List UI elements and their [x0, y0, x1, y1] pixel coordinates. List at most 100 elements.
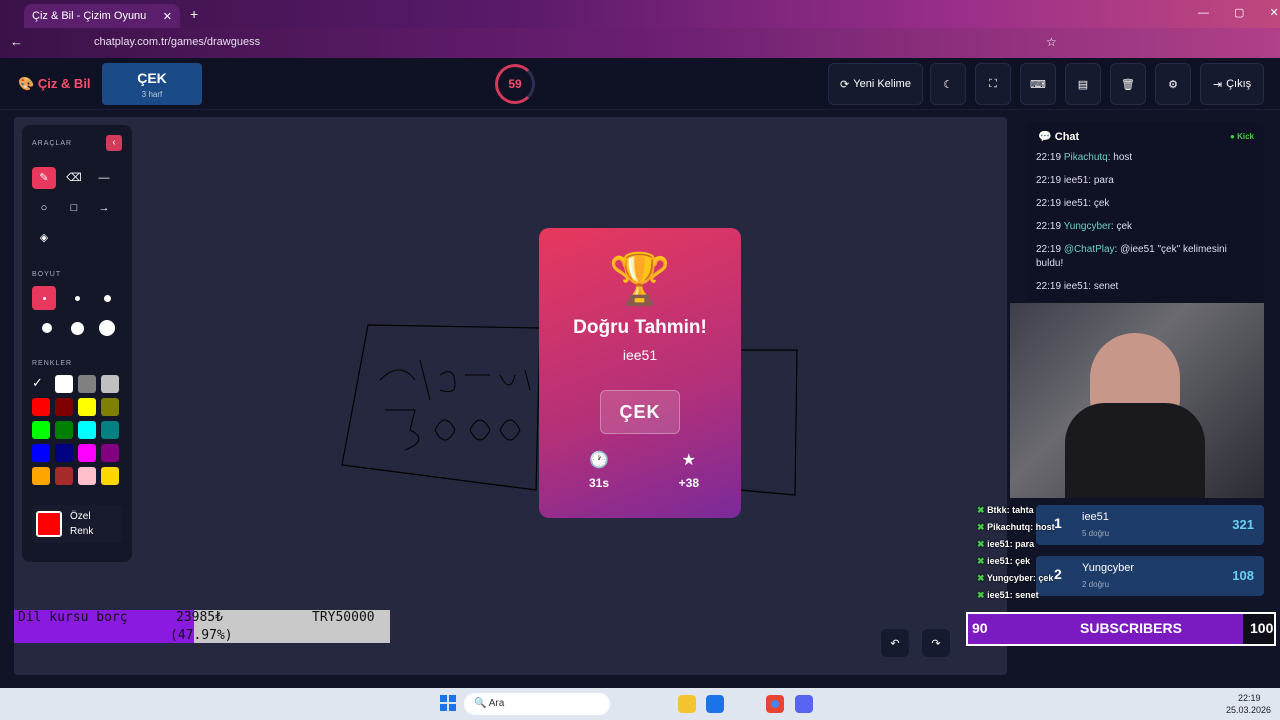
chat-text: : para: [1088, 175, 1114, 186]
color-swatch[interactable]: [78, 444, 96, 462]
chat-message: 22:19 iee51: çek: [1028, 197, 1264, 211]
clock-icon: 🕐: [589, 452, 609, 469]
size-1[interactable]: [32, 286, 56, 310]
fullscreen-button[interactable]: ⛶: [975, 63, 1011, 105]
chrome-icon[interactable]: [766, 695, 784, 713]
leaderboard-row: 2 Yungcyber 2 doğru 108: [1036, 556, 1264, 596]
fill-bucket-icon[interactable]: ◈: [32, 227, 56, 249]
window-controls[interactable]: — ▢ ✕: [1198, 6, 1279, 19]
leaderboard-row: 1 iee51 5 doğru 321: [1036, 505, 1264, 545]
chat-user: iee51: [1063, 198, 1089, 209]
chat-message: 22:19 iee51: senet: [1028, 280, 1264, 294]
color-swatch[interactable]: [55, 467, 73, 485]
color-swatch[interactable]: [55, 375, 73, 393]
delete-button[interactable]: 🗑: [1110, 63, 1146, 105]
keyboard-button[interactable]: ⌨: [1020, 63, 1056, 105]
exit-button[interactable]: ⇥ Çıkış: [1200, 63, 1264, 105]
overlay-chat-message: ✖ iee51: senet: [977, 590, 1039, 600]
color-swatch[interactable]: [101, 444, 119, 462]
overlay-user: Yungcyber: [986, 573, 1033, 583]
chat-time: 22:19: [1036, 244, 1062, 255]
chat-message: 22:19 Pikachutq: host: [1028, 151, 1264, 165]
color-swatch[interactable]: [78, 398, 96, 416]
bookmark-star-icon[interactable]: ☆: [1046, 35, 1057, 49]
line-icon[interactable]: —: [92, 167, 116, 189]
taskbar-date: 25.03.2026: [1226, 705, 1272, 715]
file-explorer-icon[interactable]: [678, 695, 696, 713]
overlay-text: : senet: [1009, 590, 1039, 600]
taskbar: [0, 688, 1280, 720]
redo-button[interactable]: ↷: [921, 628, 951, 658]
correct-guess-modal: 🏆 Doğru Tahmin! iee51 ÇEK 🕐 31s ★ +38: [539, 228, 741, 518]
chat-icon: 💬: [1038, 131, 1052, 143]
new-word-button[interactable]: ⟳ Yeni Kelime: [828, 63, 923, 105]
color-swatch[interactable]: [101, 375, 119, 393]
modal-points: +38: [678, 476, 699, 490]
chat-title: Chat: [1054, 130, 1080, 143]
size-5[interactable]: [62, 321, 92, 335]
color-swatch[interactable]: [32, 467, 50, 485]
chat-user: Pikachutq: [1063, 152, 1108, 163]
archive-button[interactable]: ▤: [1065, 63, 1101, 105]
chat-message: 22:19 Yungcyber: çek: [1028, 220, 1264, 234]
chat-text: : senet: [1088, 281, 1119, 292]
size-3[interactable]: [92, 294, 122, 302]
tab-close-icon[interactable]: ✕: [163, 10, 172, 23]
color-swatch[interactable]: [32, 398, 50, 416]
color-swatch[interactable]: [78, 421, 96, 439]
overlay-chat-message: ✖ Btkk: tahta: [977, 505, 1034, 515]
timer: 59: [495, 64, 535, 104]
rectangle-icon[interactable]: □: [62, 197, 86, 219]
discord-icon[interactable]: [795, 695, 813, 713]
overlay-text: : para: [1009, 539, 1035, 549]
custom-color-swatch[interactable]: [36, 511, 62, 537]
color-swatch[interactable]: ✓: [32, 375, 50, 393]
arrow-icon[interactable]: →: [92, 197, 116, 219]
color-swatch[interactable]: [101, 467, 119, 485]
refresh-icon: ⟳: [840, 78, 850, 91]
store-icon[interactable]: [706, 695, 724, 713]
size-4[interactable]: [32, 323, 62, 333]
back-icon[interactable]: ←: [10, 34, 23, 49]
chat-time: 22:19: [1036, 175, 1062, 186]
exit-label: Çıkış: [1226, 78, 1252, 90]
player-name: Yungcyber: [1082, 562, 1134, 574]
color-swatch[interactable]: [32, 444, 50, 462]
color-swatch[interactable]: [101, 421, 119, 439]
kick-badge: ● Kick: [1230, 132, 1254, 141]
color-swatch[interactable]: [55, 421, 73, 439]
undo-button[interactable]: ↶: [880, 628, 910, 658]
modal-title: Doğru Tahmin!: [573, 317, 707, 338]
color-swatch[interactable]: [78, 375, 96, 393]
size-2[interactable]: [62, 295, 92, 301]
size-6[interactable]: [92, 320, 122, 336]
dark-mode-button[interactable]: ☾: [930, 63, 966, 105]
taskbar-search[interactable]: 🔍 Ara: [464, 693, 610, 715]
chat-user: @ChatPlay: [1063, 244, 1115, 255]
windows-start-icon[interactable]: [440, 695, 456, 711]
color-swatch[interactable]: [55, 444, 73, 462]
chat-text: : çek: [1088, 198, 1110, 209]
circle-icon[interactable]: ○: [32, 197, 56, 219]
color-swatch[interactable]: [78, 467, 96, 485]
overlay-chat-message: ✖ Yungcyber: çek: [977, 573, 1054, 583]
word-box: ÇEK 3 harf: [102, 63, 202, 105]
browser-tab[interactable]: Çiz & Bil - Çizim Oyunu ✕: [24, 4, 180, 28]
color-swatch[interactable]: [55, 398, 73, 416]
brush-icon[interactable]: ✎: [32, 167, 56, 189]
chat-text: : çek: [1110, 221, 1133, 232]
url-field[interactable]: chatplay.com.tr/games/drawguess: [84, 33, 1064, 53]
tools-panel: ARAÇLAR ‹ ✎ ⌫ — ○ □ → ◈ BOYUT RENKLER ✓ …: [22, 125, 132, 562]
settings-button[interactable]: ⚙: [1155, 63, 1191, 105]
moon-icon: ☾: [943, 78, 953, 91]
new-word-label: Yeni Kelime: [853, 78, 911, 90]
eraser-icon[interactable]: ⌫: [62, 167, 86, 189]
rank: 2: [1054, 566, 1062, 582]
color-swatch[interactable]: [101, 398, 119, 416]
collapse-icon[interactable]: ‹: [106, 135, 122, 151]
custom-color[interactable]: Özel Renk: [32, 505, 122, 543]
new-tab-icon[interactable]: +: [190, 6, 198, 22]
color-swatch[interactable]: [32, 421, 50, 439]
current-word: ÇEK: [137, 70, 167, 86]
overlay-user: iee51: [987, 539, 1010, 549]
